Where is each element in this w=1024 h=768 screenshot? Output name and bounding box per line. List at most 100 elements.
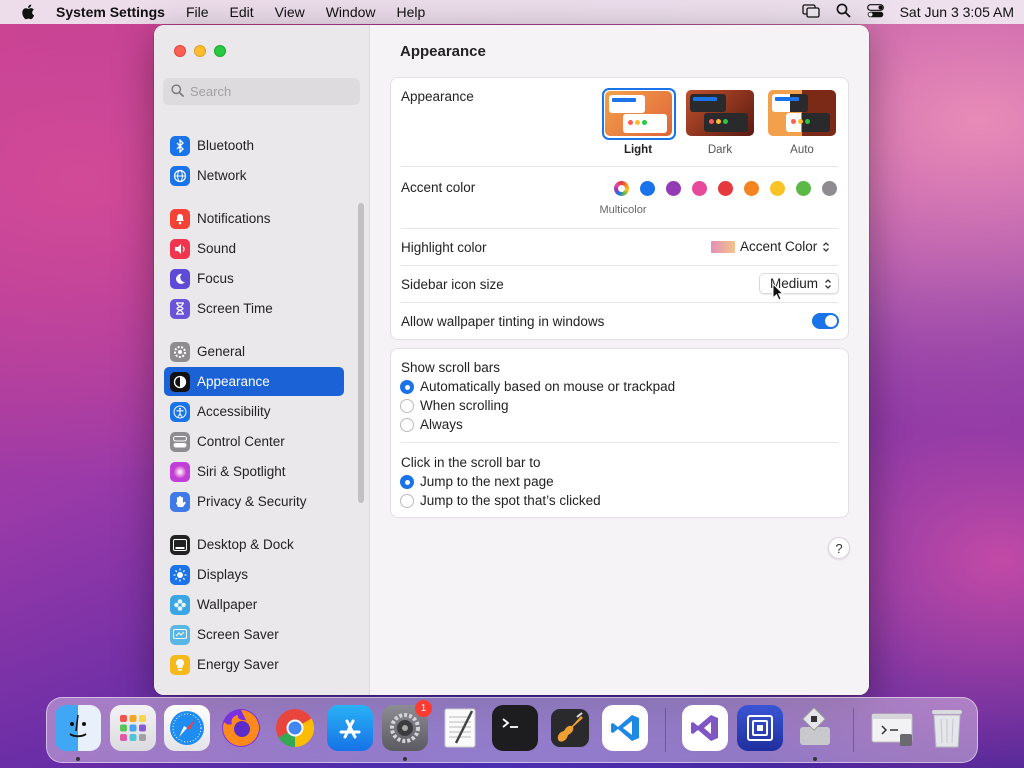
sidebar-item-sound[interactable]: Sound [164,234,344,263]
finder-icon[interactable] [55,705,101,751]
search-icon [171,83,184,100]
appearance-light-option[interactable] [602,88,676,140]
sidebar-item-bluetooth[interactable]: Bluetooth [164,131,344,160]
sidebar-item-notifications[interactable]: Notifications [164,204,344,233]
help-button[interactable]: ? [828,537,850,559]
running-indicator [76,757,80,761]
sidebar-item-label: Bluetooth [197,138,255,153]
sidebar-item-network[interactable]: Network [164,161,344,190]
minimize-button[interactable] [194,45,206,57]
accent-graphite-swatch[interactable] [822,181,837,196]
sidebar: Bluetooth Network Notifications Sound Focus S… [154,25,370,695]
spotlight-search-icon[interactable] [836,3,851,21]
system-settings-icon[interactable]: 1 [382,700,432,751]
click-scroll-bar-label: Click in the scroll bar to [401,455,541,470]
accent-red-swatch[interactable] [718,181,733,196]
sidebar-item-siri-spotlight[interactable]: Siri & Spotlight [164,457,344,486]
sidebar-item-label: Energy Saver [197,657,279,672]
accent-purple-swatch[interactable] [666,181,681,196]
accent-green-swatch[interactable] [796,181,811,196]
click-spot-radio[interactable] [400,494,414,508]
visual-studio-icon[interactable] [682,705,728,751]
sidebar-item-accessibility[interactable]: Accessibility [164,397,344,426]
sidebar-item-focus[interactable]: Focus [164,264,344,293]
safari-icon[interactable] [164,705,210,751]
control-center-icon[interactable] [866,3,884,21]
clock[interactable]: Sat Jun 3 3:05 AM [900,4,1014,20]
scroll-always-radio[interactable] [400,418,414,432]
textedit-icon[interactable] [437,705,483,751]
divider [401,265,838,266]
remote-desktop-icon[interactable] [737,705,783,751]
flower-icon [170,594,190,615]
sidebar-item-appearance[interactable]: Appearance [164,367,344,396]
menu-view[interactable]: View [275,4,305,20]
highlight-swatch [711,240,735,253]
zoom-button[interactable] [214,45,226,57]
dock-separator [853,708,854,752]
boot-camp-icon[interactable] [792,705,838,751]
scroll-auto-radio[interactable] [400,380,414,394]
menu-help[interactable]: Help [397,4,426,20]
click-next-page-radio[interactable] [400,475,414,489]
sidebar-item-screen-time[interactable]: Screen Time [164,294,344,323]
garageband-icon[interactable] [547,705,593,751]
terminal-icon[interactable] [492,705,538,751]
wallpaper-tinting-toggle[interactable] [812,313,839,329]
accessibility-icon [170,401,190,422]
screen-mirroring-icon[interactable] [801,3,820,21]
firefox-icon[interactable] [218,705,264,751]
sidebar-item-general[interactable]: General [164,337,344,366]
dock: 1 [46,697,978,763]
sidebar-item-wallpaper[interactable]: Wallpaper [164,590,344,619]
menu-window[interactable]: Window [326,4,376,20]
appearance-dark-label: Dark [707,144,733,156]
trash-icon[interactable] [924,705,970,751]
chrome-icon[interactable] [272,705,318,751]
scroll-auto-label[interactable]: Automatically based on mouse or trackpad [420,379,857,394]
accent-yellow-swatch[interactable] [770,181,785,196]
sidebar-item-control-center[interactable]: Control Center [164,427,344,456]
running-indicator [403,757,407,761]
launchpad-icon[interactable] [110,705,156,751]
appearance-auto-option[interactable] [768,90,836,136]
highlight-color-popup[interactable]: Accent Color [711,239,830,254]
close-button[interactable] [174,45,186,57]
accent-blue-swatch[interactable] [640,181,655,196]
sidebar-item-energy-saver[interactable]: Energy Saver [164,650,344,679]
bluetooth-icon [170,135,190,156]
sidebar-scrollbar[interactable] [358,203,364,503]
sidebar-item-lock-screen[interactable]: Lock Screen [164,693,344,695]
scroll-when-scrolling-label[interactable]: When scrolling [420,398,857,413]
scroll-when-scrolling-radio[interactable] [400,399,414,413]
sidebar-icon-size-popup[interactable]: Medium [759,273,840,294]
click-next-page-label[interactable]: Jump to the next page [420,474,857,489]
gear-icon [170,341,190,362]
search-input[interactable] [190,84,350,99]
show-scroll-bars-label: Show scroll bars [401,360,501,375]
sidebar-item-label: Wallpaper [197,597,258,612]
menu-file[interactable]: File [186,4,209,20]
sidebar-item-screen-saver[interactable]: Screen Saver [164,620,344,649]
scripts-icon[interactable] [869,705,915,751]
sidebar-item-displays[interactable]: Displays [164,560,344,589]
app-store-icon[interactable] [327,705,373,751]
accent-multicolor-swatch[interactable] [614,181,629,196]
sidebar-item-label: Focus [197,271,234,286]
apple-menu-icon[interactable] [18,4,38,20]
accent-orange-swatch[interactable] [744,181,759,196]
menu-edit[interactable]: Edit [230,4,254,20]
vscode-icon[interactable] [602,705,648,751]
speaker-icon [170,238,190,259]
divider [401,166,838,167]
appearance-dark-option[interactable] [686,90,754,136]
sidebar-item-desktop-dock[interactable]: Desktop & Dock [164,530,344,559]
search-field[interactable] [163,78,360,105]
click-spot-label[interactable]: Jump to the spot that’s clicked [420,493,857,508]
sidebar-item-privacy-security[interactable]: Privacy & Security [164,487,344,516]
scroll-always-label[interactable]: Always [420,417,857,432]
app-menu[interactable]: System Settings [56,4,165,20]
menu-bar: System Settings File Edit View Window He… [0,0,1024,24]
moon-icon [170,268,190,289]
accent-pink-swatch[interactable] [692,181,707,196]
